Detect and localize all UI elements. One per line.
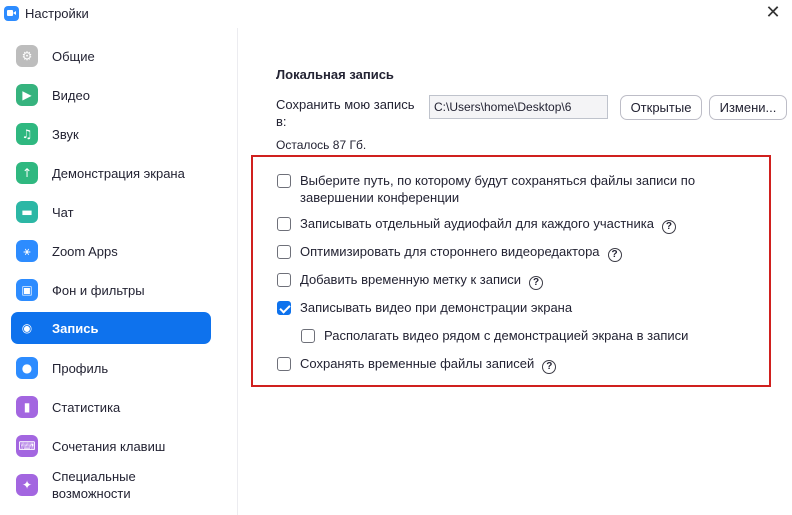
checkbox[interactable] <box>277 174 291 188</box>
recording-path-field[interactable] <box>429 95 608 119</box>
close-button[interactable]: ✕ <box>762 3 784 25</box>
open-folder-button[interactable]: Открытые <box>620 95 702 120</box>
background-icon: ▣ <box>16 279 38 301</box>
zoom-app-icon <box>4 6 19 21</box>
sidebar-item-label: Сочетания клавиш <box>52 438 166 454</box>
keyboard-icon: ⌨ <box>16 435 38 457</box>
sidebar-item-statistics[interactable]: ▮ Статистика <box>11 391 211 423</box>
sidebar-item-share-screen[interactable]: ↑ Демонстрация экрана <box>11 157 211 189</box>
sidebar-item-recording[interactable]: ◉ Запись <box>11 312 211 344</box>
section-title: Локальная запись <box>276 67 394 82</box>
settings-sidebar: ⚙ Общие ▶ Видео ♫ Звук ↑ Демонстрация эк… <box>0 28 238 515</box>
sidebar-item-general[interactable]: ⚙ Общие <box>11 40 211 72</box>
option-video-next-to-share: Располагать видео рядом с демонстрацией … <box>301 327 688 344</box>
sidebar-item-label: Звук <box>52 126 79 142</box>
sidebar-item-label: Статистика <box>52 399 121 415</box>
sidebar-item-chat[interactable]: ▬ Чат <box>11 196 211 228</box>
help-icon[interactable]: ? <box>542 360 557 374</box>
change-folder-button[interactable]: Измени... <box>709 95 787 120</box>
title-bar: Настройки ✕ <box>0 0 792 28</box>
sidebar-item-label: Профиль <box>52 360 109 376</box>
option-keep-temp-files: Сохранять временные файлы записей? <box>277 355 557 374</box>
sidebar-item-label: Общие <box>52 48 95 64</box>
checkbox-checked[interactable] <box>277 301 291 315</box>
help-icon[interactable]: ? <box>529 276 544 290</box>
record-icon: ◉ <box>21 321 33 335</box>
sidebar-item-label: Фон и фильтры <box>52 282 145 298</box>
option-label: Добавить временную метку к записи <box>300 272 522 287</box>
sidebar-item-label: Чат <box>52 204 74 220</box>
option-record-share-video: Записывать видео при демонстрации экрана <box>277 299 572 316</box>
option-label: Располагать видео рядом с демонстрацией … <box>324 328 689 343</box>
window-title: Настройки <box>25 6 89 21</box>
sidebar-item-label: Запись <box>52 320 99 336</box>
option-separate-audio: Записывать отдельный аудиофайл для каждо… <box>277 215 676 234</box>
sidebar-item-accessibility[interactable]: ✦ Специальные возможности <box>11 465 211 505</box>
sidebar-item-label: Демонстрация экрана <box>52 165 185 181</box>
sidebar-item-background[interactable]: ▣ Фон и фильтры <box>11 274 211 306</box>
storage-remaining: Осталось 87 Гб. <box>276 138 367 152</box>
help-icon[interactable]: ? <box>607 248 622 262</box>
checkbox[interactable] <box>277 273 291 287</box>
apps-icon: ⚹ <box>16 240 38 262</box>
headphones-icon: ♫ <box>16 123 38 145</box>
checkbox[interactable] <box>277 217 291 231</box>
sidebar-item-label: Zoom Apps <box>52 243 118 259</box>
option-label: Записывать видео при демонстрации экрана <box>300 300 573 315</box>
sidebar-item-zoom-apps[interactable]: ⚹ Zoom Apps <box>11 235 211 267</box>
save-location-label: Сохранить мою запись в: <box>276 97 415 129</box>
help-icon[interactable]: ? <box>661 220 676 234</box>
option-label: Оптимизировать для стороннего видеоредак… <box>300 244 600 259</box>
sidebar-item-label: Видео <box>52 87 90 103</box>
accessibility-icon: ✦ <box>16 474 38 496</box>
statistics-icon: ▮ <box>16 396 38 418</box>
sidebar-item-video[interactable]: ▶ Видео <box>11 79 211 111</box>
option-label: Выберите путь, по которому будут сохраня… <box>300 173 696 205</box>
chat-icon: ▬ <box>16 201 38 223</box>
close-icon: ✕ <box>765 2 781 23</box>
option-label: Записывать отдельный аудиофайл для каждо… <box>300 216 654 231</box>
sidebar-item-audio[interactable]: ♫ Звук <box>11 118 211 150</box>
option-optimize-editor: Оптимизировать для стороннего видеоредак… <box>277 243 622 262</box>
sidebar-item-keyboard-shortcuts[interactable]: ⌨ Сочетания клавиш <box>11 430 211 462</box>
sidebar-item-label: Специальные возможности <box>52 469 136 501</box>
option-choose-path: Выберите путь, по которому будут сохраня… <box>277 172 767 206</box>
option-label: Сохранять временные файлы записей <box>300 356 535 371</box>
profile-icon: ● <box>16 357 38 379</box>
checkbox[interactable] <box>277 245 291 259</box>
option-timestamp: Добавить временную метку к записи? <box>277 271 544 290</box>
gear-icon: ⚙ <box>16 45 38 67</box>
video-icon: ▶ <box>16 84 38 106</box>
checkbox[interactable] <box>301 329 315 343</box>
share-screen-icon: ↑ <box>16 162 38 184</box>
checkbox[interactable] <box>277 357 291 371</box>
sidebar-item-profile[interactable]: ● Профиль <box>11 352 211 384</box>
